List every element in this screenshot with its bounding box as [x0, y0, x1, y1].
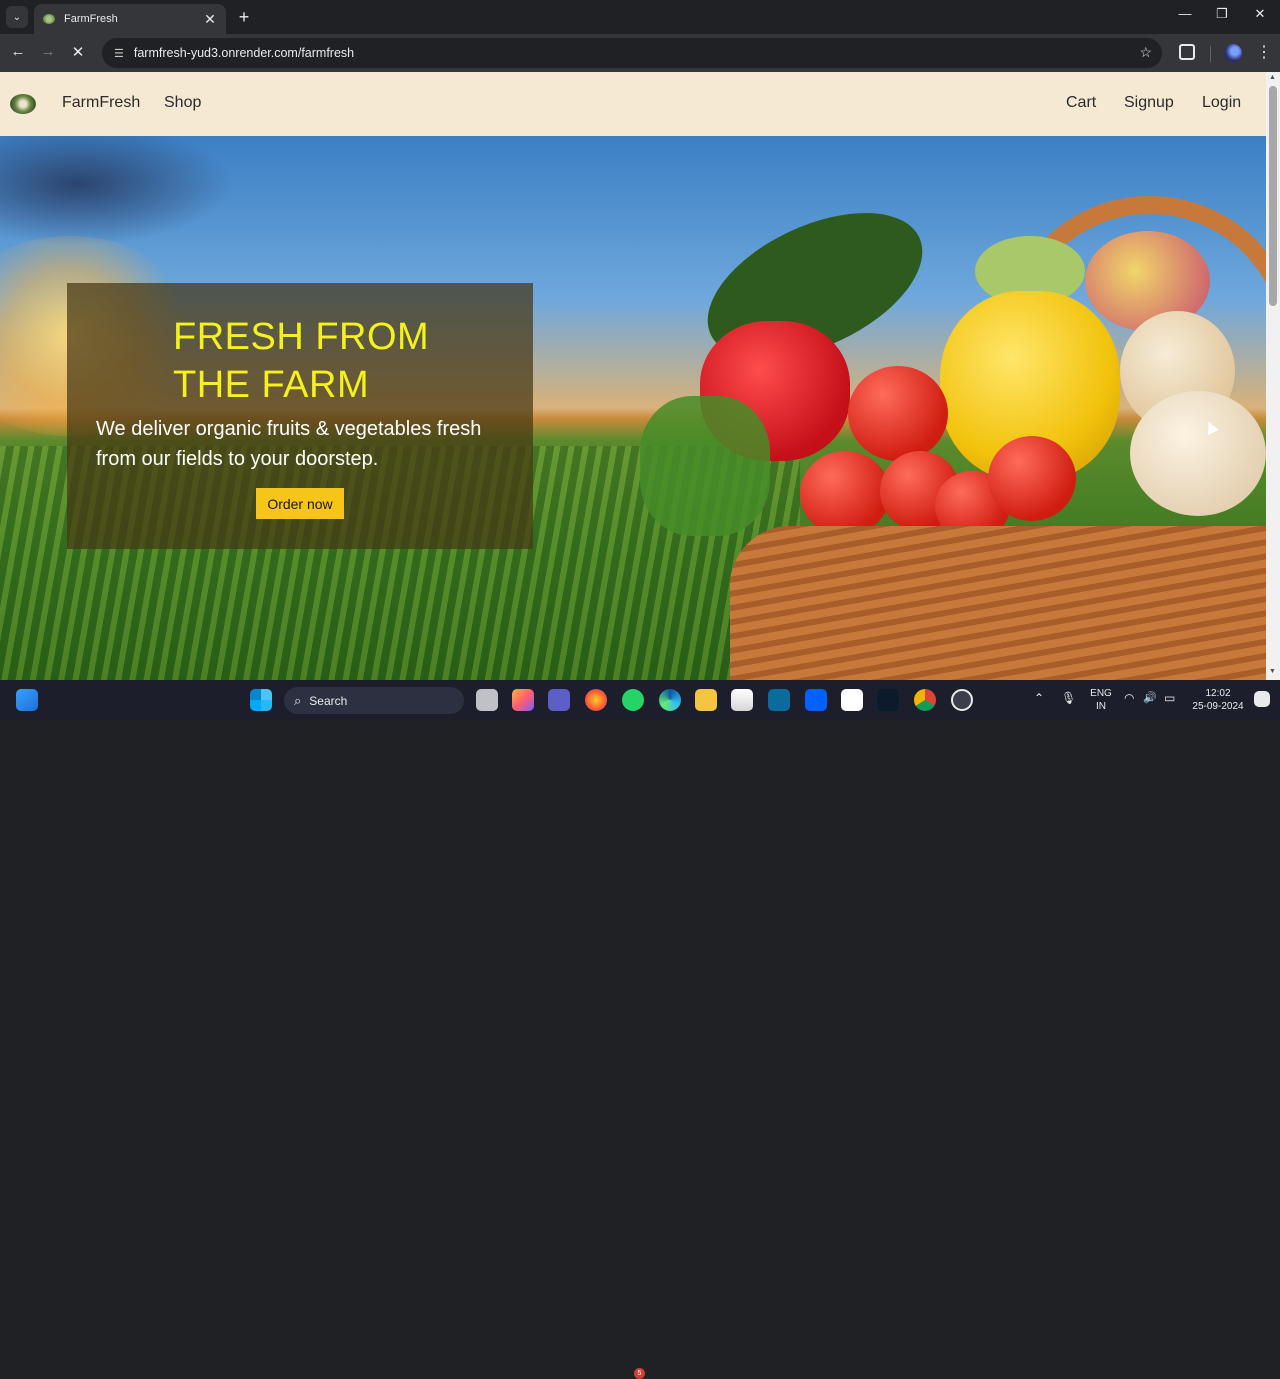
edge-icon[interactable]: [659, 689, 681, 711]
dropbox-icon[interactable]: [805, 689, 827, 711]
clock-time: 12:02: [1205, 688, 1231, 699]
search-icon: ⌕: [294, 692, 302, 708]
show-hidden-icons-chevron-up-icon[interactable]: ⌃: [1034, 692, 1044, 705]
terminal-icon[interactable]: [877, 689, 899, 711]
language-indicator[interactable]: ENG IN: [1088, 687, 1114, 713]
site-info-tune-icon[interactable]: ☰: [114, 47, 124, 60]
volume-icon[interactable]: 🔊: [1143, 692, 1157, 705]
battery-icon[interactable]: ▭: [1164, 692, 1175, 705]
site-navbar: FarmFresh Shop Cart Signup Login: [0, 72, 1266, 136]
tomato-image: [848, 366, 948, 461]
browser-toolbar: ← → ✕ ☰ farmfresh-yud3.onrender.com/farm…: [0, 34, 1280, 72]
farmfresh-logo-icon[interactable]: [10, 94, 36, 114]
wicker-basket-image: [730, 526, 1266, 680]
windows-start-icon[interactable]: [250, 689, 272, 711]
hero-headline-line-2: THE FARM: [173, 364, 370, 406]
back-arrow-left-icon[interactable]: ←: [8, 43, 28, 60]
app-icon[interactable]: [768, 689, 790, 711]
maximize-icon[interactable]: ❐: [1207, 6, 1237, 22]
bookmark-star-icon[interactable]: ☆: [1139, 44, 1152, 61]
nav-cart-link[interactable]: Cart: [1066, 94, 1096, 112]
nav-signup-link[interactable]: Signup: [1124, 94, 1174, 112]
file-explorer-icon[interactable]: [695, 689, 717, 711]
tomato-image-2: [800, 451, 890, 536]
profile-avatar[interactable]: [1224, 44, 1242, 62]
task-view-icon[interactable]: [476, 689, 498, 711]
minimize-icon[interactable]: —: [1170, 6, 1200, 21]
hero-headline: FRESH FROM THE FARM: [173, 313, 513, 409]
onion-image-2: [1130, 391, 1266, 516]
address-url[interactable]: farmfresh-yud3.onrender.com/farmfresh: [134, 46, 354, 60]
site-favicon-icon: [42, 12, 56, 26]
tab-search-chevron-down-icon[interactable]: ⌄: [6, 6, 28, 28]
clock-date: 25-09-2024: [1192, 701, 1244, 712]
whatsapp-notification-badge: 5: [634, 1368, 645, 1379]
tab-close-icon[interactable]: ✕: [202, 11, 218, 28]
notifications-icon[interactable]: [1254, 691, 1270, 707]
scroll-down-arrow-icon[interactable]: ▼: [1269, 668, 1276, 675]
teams-icon[interactable]: [548, 689, 570, 711]
settings-gear-icon[interactable]: [951, 689, 973, 711]
nav-brand-link[interactable]: FarmFresh: [62, 94, 140, 112]
language-region: IN: [1096, 701, 1106, 712]
nav-login-link[interactable]: Login: [1202, 94, 1241, 112]
order-now-button[interactable]: Order now: [256, 488, 344, 519]
clock[interactable]: 12:02 25-09-2024: [1186, 687, 1250, 713]
whatsapp-icon[interactable]: [622, 689, 644, 711]
nav-shop-link[interactable]: Shop: [164, 94, 201, 112]
hero-headline-line-1: FRESH FROM: [173, 316, 430, 358]
scroll-up-arrow-icon[interactable]: ▲: [1269, 74, 1276, 81]
notepad-icon[interactable]: [841, 689, 863, 711]
taskbar-search-box[interactable]: ⌕ Search: [284, 687, 464, 714]
new-tab-plus-icon[interactable]: +: [234, 7, 254, 28]
language-code: ENG: [1090, 688, 1112, 699]
browser-tabstrip: ⌄ FarmFresh ✕ + — ❐ ✕: [0, 0, 1280, 34]
copilot-icon[interactable]: [512, 689, 534, 711]
taskbar-search-label: Search: [309, 693, 348, 708]
browser-tab-farmfresh[interactable]: FarmFresh ✕: [34, 4, 226, 34]
microphone-icon[interactable]: 🎙: [1061, 692, 1076, 705]
toolbar-divider: [1210, 46, 1211, 62]
wifi-icon[interactable]: ◠: [1124, 692, 1134, 705]
webpage-viewport: FarmFresh Shop Cart Signup Login FRESH F…: [0, 72, 1266, 680]
address-bar[interactable]: ☰ farmfresh-yud3.onrender.com/farmfresh …: [102, 38, 1162, 68]
page-scrollbar[interactable]: ▲ ▼: [1266, 72, 1280, 680]
stop-loading-close-icon[interactable]: ✕: [68, 43, 88, 61]
scrollbar-thumb[interactable]: [1269, 86, 1277, 306]
window-close-icon[interactable]: ✕: [1245, 6, 1275, 22]
windows-taskbar: ⌕ Search 5 ⌃ 🎙 ENG IN ◠ 🔊 ▭ 12:02 25-09-…: [0, 680, 1280, 1379]
hero-banner: FRESH FROM THE FARM We deliver organic f…: [0, 136, 1266, 680]
tab-title: FarmFresh: [64, 13, 118, 25]
hero-subtitle: We deliver organic fruits & vegetables f…: [96, 418, 482, 470]
hero-text-panel: FRESH FROM THE FARM We deliver organic f…: [67, 283, 533, 549]
extensions-puzzle-icon[interactable]: [1179, 44, 1195, 60]
microsoft-store-icon[interactable]: [731, 689, 753, 711]
firefox-icon[interactable]: [585, 689, 607, 711]
browser-menu-kebab-icon[interactable]: ⋮: [1256, 42, 1272, 62]
forward-arrow-right-icon[interactable]: →: [38, 43, 58, 60]
tomato-image-5: [988, 436, 1076, 521]
chrome-icon[interactable]: [914, 689, 936, 711]
widgets-icon[interactable]: [16, 689, 38, 711]
parsley-image: [640, 396, 770, 536]
